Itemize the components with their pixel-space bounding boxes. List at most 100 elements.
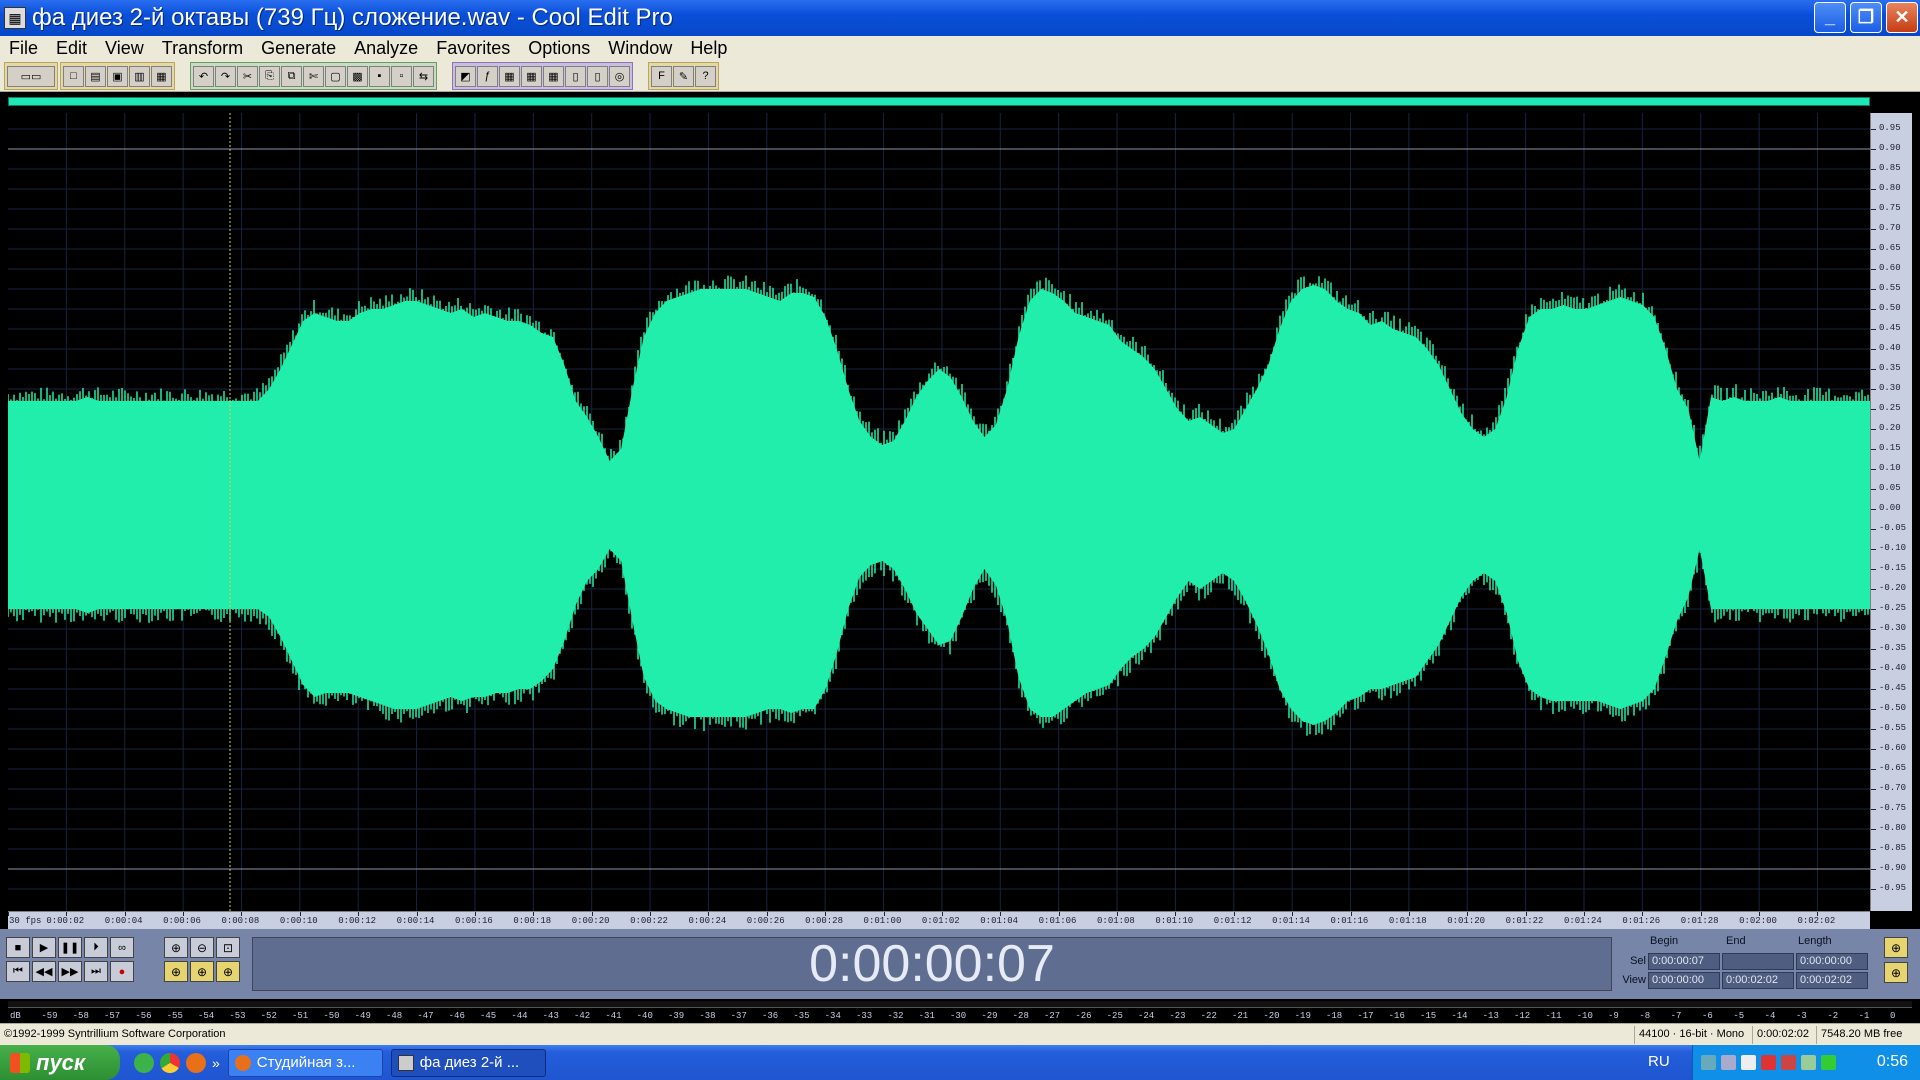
amp-label: -0.45 [1879, 683, 1907, 693]
fast-forward-button[interactable]: ▶▶ [58, 961, 82, 982]
cd-icon[interactable]: ◎ [609, 65, 630, 87]
connection-icon[interactable] [1801, 1055, 1816, 1070]
spectral-view-icon[interactable]: ◩ [455, 65, 476, 87]
menu-options[interactable]: Options [519, 38, 599, 59]
page-icon[interactable]: ▯ [565, 65, 586, 87]
vertical-zoom-controls: ⊕ ⊕ [1884, 937, 1910, 983]
stop-button[interactable]: ■ [6, 937, 30, 958]
vertical-zoom-out-icon[interactable]: ⊕ [1884, 962, 1908, 983]
network-icon[interactable] [1701, 1055, 1716, 1070]
waveform-display[interactable] [8, 113, 1870, 911]
app-icon[interactable]: ▦ [4, 7, 26, 29]
view-begin-field[interactable]: 0:00:00:00 [1648, 972, 1720, 989]
grid-alt-icon[interactable]: ▦ [521, 65, 542, 87]
toolbar-group-file: □ ▤ ▣ ▥ ▦ [60, 62, 175, 90]
meter-label: -3 [1796, 1011, 1807, 1021]
maximize-button[interactable]: ❐ [1850, 2, 1882, 33]
menu-view[interactable]: View [96, 38, 153, 59]
time-label: 30 fps [9, 916, 42, 926]
sync-icon[interactable] [1721, 1055, 1736, 1070]
zoom-left-icon[interactable]: ⊕ [190, 961, 214, 982]
volume-icon[interactable] [1741, 1055, 1756, 1070]
menu-edit[interactable]: Edit [47, 38, 96, 59]
waveform-svg[interactable] [8, 113, 1870, 911]
view-end-field[interactable]: 0:00:02:02 [1722, 972, 1794, 989]
sel-length-field[interactable]: 0:00:00:00 [1796, 953, 1868, 970]
menu-window[interactable]: Window [599, 38, 681, 59]
menu-file[interactable]: File [0, 38, 47, 59]
language-indicator[interactable]: RU [1648, 1053, 1670, 1070]
play-to-end-button[interactable]: ⏵ [84, 937, 108, 958]
zoom-right-icon[interactable]: ⊕ [216, 961, 240, 982]
scripts-icon[interactable]: ✎ [673, 65, 694, 87]
battery-icon[interactable] [1821, 1055, 1836, 1070]
mix-paste-icon[interactable]: ▩ [347, 65, 368, 87]
favorites-icon[interactable]: F [651, 65, 672, 87]
multitrack-toggle-icon[interactable]: ▭▭ [7, 65, 55, 87]
zoom-selection-icon[interactable]: ⊕ [164, 961, 188, 982]
amp-label: -0.25 [1879, 603, 1907, 613]
menu-help[interactable]: Help [681, 38, 736, 59]
zoom-in-icon[interactable]: ⊕ [164, 937, 188, 958]
undo-icon[interactable]: ↶ [193, 65, 214, 87]
time-ruler[interactable]: 30 fps 0:00:02 0:00:04 0:00:06 0:00:08 0:00:1… [8, 911, 1870, 929]
time-label: 0:00:12 [338, 916, 377, 926]
go-to-end-button[interactable]: ⏭ [84, 961, 108, 982]
start-button[interactable]: пуск [0, 1045, 120, 1080]
page-alt-icon[interactable]: ▯ [587, 65, 608, 87]
meter-label: -24 [1138, 1011, 1155, 1021]
time-label: 0:00:10 [279, 916, 318, 926]
vertical-zoom-in-icon[interactable]: ⊕ [1884, 937, 1908, 958]
meter-label: -32 [887, 1011, 904, 1021]
record-button[interactable]: ● [110, 961, 134, 982]
amp-tick [1871, 549, 1876, 550]
antivirus-icon[interactable] [1781, 1055, 1796, 1070]
save-file-icon[interactable]: ▣ [107, 65, 128, 87]
save-all-icon[interactable]: ▥ [129, 65, 150, 87]
menu-transform[interactable]: Transform [153, 38, 252, 59]
go-to-start-button[interactable]: ⏮ [6, 961, 30, 982]
insert-icon[interactable]: ▪ [369, 65, 390, 87]
rewind-button[interactable]: ◀◀ [32, 961, 56, 982]
task-button-studio[interactable]: Студийная з... [227, 1048, 383, 1077]
minimize-button[interactable]: _ [1814, 2, 1846, 33]
pause-button[interactable]: ❚❚ [58, 937, 82, 958]
cut-icon[interactable]: ✂ [237, 65, 258, 87]
amplitude-ruler[interactable]: 0.95 0.90 0.85 0.80 0.75 0.70 0.65 0.60 0.55 0.50… [1870, 113, 1912, 911]
copy-icon[interactable]: ⎘ [259, 65, 280, 87]
view-length-field[interactable]: 0:00:02:02 [1796, 972, 1868, 989]
chrome-icon[interactable] [160, 1052, 180, 1073]
sel-end-field[interactable] [1722, 953, 1794, 970]
menu-generate[interactable]: Generate [252, 38, 345, 59]
play-button[interactable]: ▶ [32, 937, 56, 958]
menu-favorites[interactable]: Favorites [427, 38, 519, 59]
help-icon[interactable]: ? [695, 65, 716, 87]
filter-icon[interactable]: ƒ [477, 65, 498, 87]
quick-launch-more[interactable]: » [212, 1055, 220, 1071]
new-file-icon[interactable]: □ [63, 65, 84, 87]
close-button[interactable]: ✕ [1886, 2, 1918, 33]
firefox-icon[interactable] [186, 1052, 206, 1073]
redo-icon[interactable]: ↷ [215, 65, 236, 87]
security-icon[interactable] [1761, 1055, 1776, 1070]
paste-icon[interactable]: ▢ [325, 65, 346, 87]
amp-label: 0.50 [1879, 303, 1901, 313]
silence-icon[interactable]: ▫ [391, 65, 412, 87]
loop-button[interactable]: ∞ [110, 937, 134, 958]
task-button-cool-edit[interactable]: фа диез 2-й ... [390, 1048, 546, 1077]
menu-analyze[interactable]: Analyze [345, 38, 427, 59]
task-label: Студийная з... [256, 1054, 356, 1071]
close-file-icon[interactable]: ▦ [151, 65, 172, 87]
zoom-full-icon[interactable]: ⊡ [216, 937, 240, 958]
grid-extra-icon[interactable]: ▦ [543, 65, 564, 87]
zoom-out-icon[interactable]: ⊖ [190, 937, 214, 958]
grid-icon[interactable]: ▦ [499, 65, 520, 87]
open-file-icon[interactable]: ▤ [85, 65, 106, 87]
sel-begin-field[interactable]: 0:00:00:07 [1648, 953, 1720, 970]
utorrent-icon[interactable] [134, 1052, 154, 1073]
trim-icon[interactable]: ✄ [303, 65, 324, 87]
overview-range-bar[interactable] [8, 97, 1870, 106]
title-bar[interactable]: ▦ фа диез 2-й октавы (739 Гц) сложение.w… [0, 0, 1920, 36]
copy-new-icon[interactable]: ⧉ [281, 65, 302, 87]
convert-icon[interactable]: ⇆ [413, 65, 434, 87]
